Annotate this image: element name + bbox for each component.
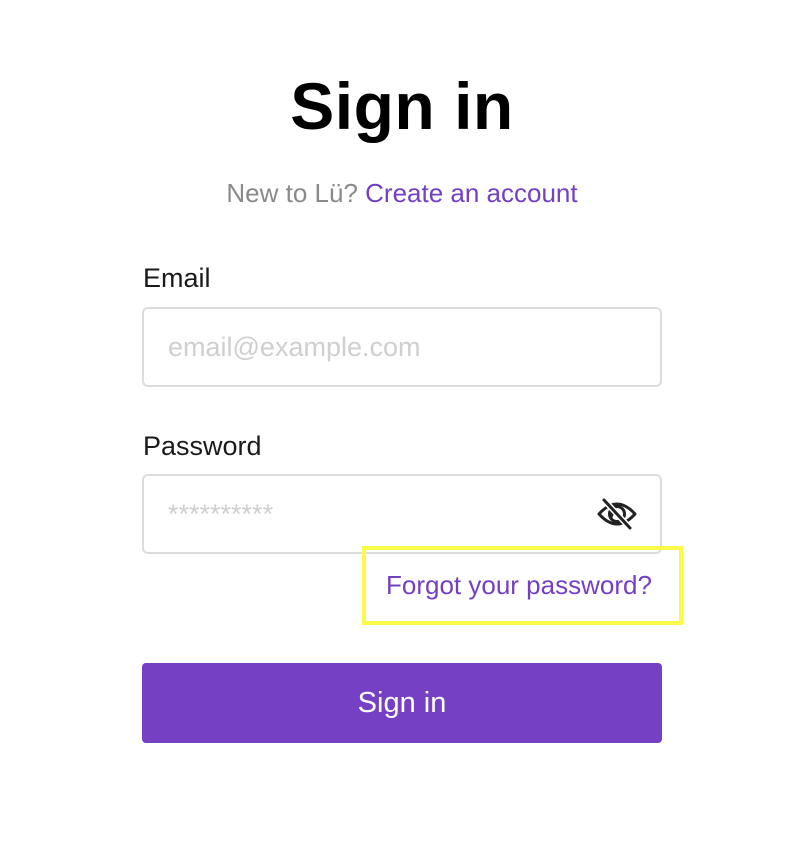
sign-in-page: Sign in New to Lü? Create an account Ema… xyxy=(0,0,804,846)
signup-prompt: New to Lü? Create an account xyxy=(0,176,804,210)
password-field[interactable] xyxy=(168,476,588,552)
forgot-password-link[interactable]: Forgot your password? xyxy=(386,568,652,602)
email-label: Email xyxy=(143,263,211,293)
password-field-container xyxy=(142,474,662,554)
email-field[interactable] xyxy=(168,309,588,385)
password-label: Password xyxy=(143,431,262,461)
sign-in-button[interactable]: Sign in xyxy=(142,663,662,743)
create-account-link[interactable]: Create an account xyxy=(365,178,577,208)
page-title: Sign in xyxy=(290,69,514,143)
signup-prompt-text: New to Lü? xyxy=(226,178,358,208)
email-field-container xyxy=(142,307,662,387)
eye-off-icon[interactable] xyxy=(596,496,638,532)
